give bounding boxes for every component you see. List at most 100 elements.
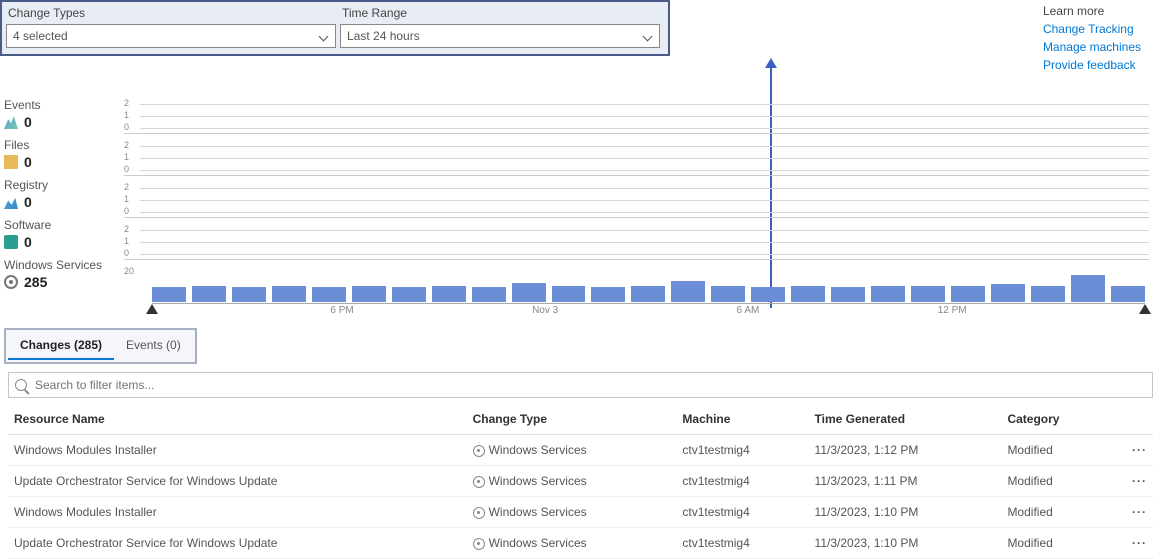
row-more-button[interactable]: ···: [1108, 528, 1153, 559]
change-types-value: 4 selected: [13, 29, 68, 43]
col-machine[interactable]: Machine: [676, 404, 808, 435]
chart-bar[interactable]: [272, 286, 306, 303]
cell-category: Modified: [1001, 435, 1108, 466]
registry-icon: [4, 195, 18, 209]
filters-panel: Change Types 4 selected Time Range Last …: [0, 0, 670, 56]
cell-category: Modified: [1001, 528, 1108, 559]
chart-bar[interactable]: [1071, 275, 1105, 302]
chevron-down-icon: [643, 31, 653, 41]
x-tick: Nov 3: [532, 305, 558, 316]
spark-tick: 2: [124, 98, 129, 108]
chart-bar[interactable]: [312, 287, 346, 302]
stat-software[interactable]: Software 0: [4, 218, 124, 250]
stat-files[interactable]: Files 0: [4, 138, 124, 170]
services-icon: [473, 445, 485, 457]
table-row[interactable]: Update Orchestrator Service for Windows …: [8, 528, 1153, 559]
chart-bar[interactable]: [432, 286, 466, 303]
stats-panel: Events 0 Files 0 Registry 0 Software 0 W…: [4, 98, 124, 316]
cell-machine: ctv1testmig4: [676, 466, 808, 497]
x-tick: 6 PM: [330, 305, 353, 316]
link-change-tracking[interactable]: Change Tracking: [1043, 20, 1141, 38]
chart-bar[interactable]: [871, 286, 905, 303]
table-row[interactable]: Windows Modules InstallerWindows Service…: [8, 435, 1153, 466]
stat-files-label: Files: [4, 138, 124, 152]
cell-time: 11/3/2023, 1:10 PM: [809, 497, 1002, 528]
chart-bar[interactable]: [631, 286, 665, 303]
stat-services-value: 285: [24, 274, 47, 290]
table-row[interactable]: Windows Modules InstallerWindows Service…: [8, 497, 1153, 528]
chart-bar[interactable]: [1031, 286, 1065, 303]
search-input[interactable]: [33, 377, 1146, 393]
chart-bar[interactable]: [831, 287, 865, 302]
col-category[interactable]: Category: [1001, 404, 1108, 435]
main-bar-chart[interactable]: 20 6 PM Nov 3 6 AM 12 PM: [124, 266, 1149, 316]
chart-bar[interactable]: [352, 286, 386, 303]
stat-events[interactable]: Events 0: [4, 98, 124, 130]
services-icon: [4, 275, 18, 289]
events-icon: [4, 115, 18, 129]
time-range-label: Time Range: [340, 4, 660, 24]
cell-resource: Windows Modules Installer: [8, 435, 467, 466]
services-icon: [473, 538, 485, 550]
table-row[interactable]: Update Orchestrator Service for Windows …: [8, 466, 1153, 497]
cell-machine: ctv1testmig4: [676, 435, 808, 466]
col-type[interactable]: Change Type: [467, 404, 677, 435]
sparkline-events: 2 1 0: [124, 98, 1149, 134]
change-types-label: Change Types: [6, 4, 336, 24]
chart-bar[interactable]: [512, 283, 546, 303]
stat-registry[interactable]: Registry 0: [4, 178, 124, 210]
spark-tick: 2: [124, 224, 129, 234]
charts-area: 2 1 0 2 1 0 2 1 0 2 1 0 2 0: [124, 98, 1149, 316]
spark-tick: 1: [124, 194, 129, 204]
chart-bar[interactable]: [671, 281, 705, 302]
chart-bar[interactable]: [392, 287, 426, 302]
spark-tick: 0: [124, 164, 129, 174]
chart-bar[interactable]: [152, 287, 186, 302]
tab-changes[interactable]: Changes (285): [8, 332, 114, 360]
tab-events[interactable]: Events (0): [114, 332, 193, 360]
spark-tick: 2: [124, 182, 129, 192]
chart-bar[interactable]: [192, 286, 226, 303]
software-icon: [4, 235, 18, 249]
cell-type: Windows Services: [467, 528, 677, 559]
chart-bar[interactable]: [1111, 286, 1145, 303]
sparkline-software: 2 1 0: [124, 224, 1149, 260]
chart-bar[interactable]: [552, 286, 586, 303]
chart-bar[interactable]: [951, 286, 985, 303]
chart-bar[interactable]: [791, 286, 825, 303]
cell-machine: ctv1testmig4: [676, 497, 808, 528]
chart-bar[interactable]: [991, 284, 1025, 302]
chart-bar[interactable]: [711, 286, 745, 303]
col-time[interactable]: Time Generated: [809, 404, 1002, 435]
stat-windows-services[interactable]: Windows Services 285: [4, 258, 124, 290]
chart-bar[interactable]: [591, 287, 625, 302]
time-range-dropdown[interactable]: Last 24 hours: [340, 24, 660, 48]
stat-registry-label: Registry: [4, 178, 124, 192]
chart-bar[interactable]: [472, 287, 506, 302]
search-icon: [15, 379, 27, 391]
spark-tick: 0: [124, 248, 129, 258]
cell-category: Modified: [1001, 466, 1108, 497]
link-provide-feedback[interactable]: Provide feedback: [1043, 56, 1141, 74]
chart-bar[interactable]: [911, 286, 945, 303]
cell-time: 11/3/2023, 1:10 PM: [809, 528, 1002, 559]
row-more-button[interactable]: ···: [1108, 466, 1153, 497]
row-more-button[interactable]: ···: [1108, 497, 1153, 528]
stat-events-label: Events: [4, 98, 124, 112]
sparkline-files: 2 1 0: [124, 140, 1149, 176]
search-bar[interactable]: [8, 372, 1153, 398]
stat-software-value: 0: [24, 234, 32, 250]
link-manage-machines[interactable]: Manage machines: [1043, 38, 1141, 56]
row-more-button[interactable]: ···: [1108, 435, 1153, 466]
spark-tick: 1: [124, 236, 129, 246]
files-icon: [4, 155, 18, 169]
stat-registry-value: 0: [24, 194, 32, 210]
col-resource[interactable]: Resource Name: [8, 404, 467, 435]
cell-time: 11/3/2023, 1:11 PM: [809, 466, 1002, 497]
cell-resource: Update Orchestrator Service for Windows …: [8, 466, 467, 497]
stat-files-value: 0: [24, 154, 32, 170]
change-types-dropdown[interactable]: 4 selected: [6, 24, 336, 48]
stat-software-label: Software: [4, 218, 124, 232]
chart-bar[interactable]: [751, 287, 785, 302]
chart-bar[interactable]: [232, 287, 266, 302]
